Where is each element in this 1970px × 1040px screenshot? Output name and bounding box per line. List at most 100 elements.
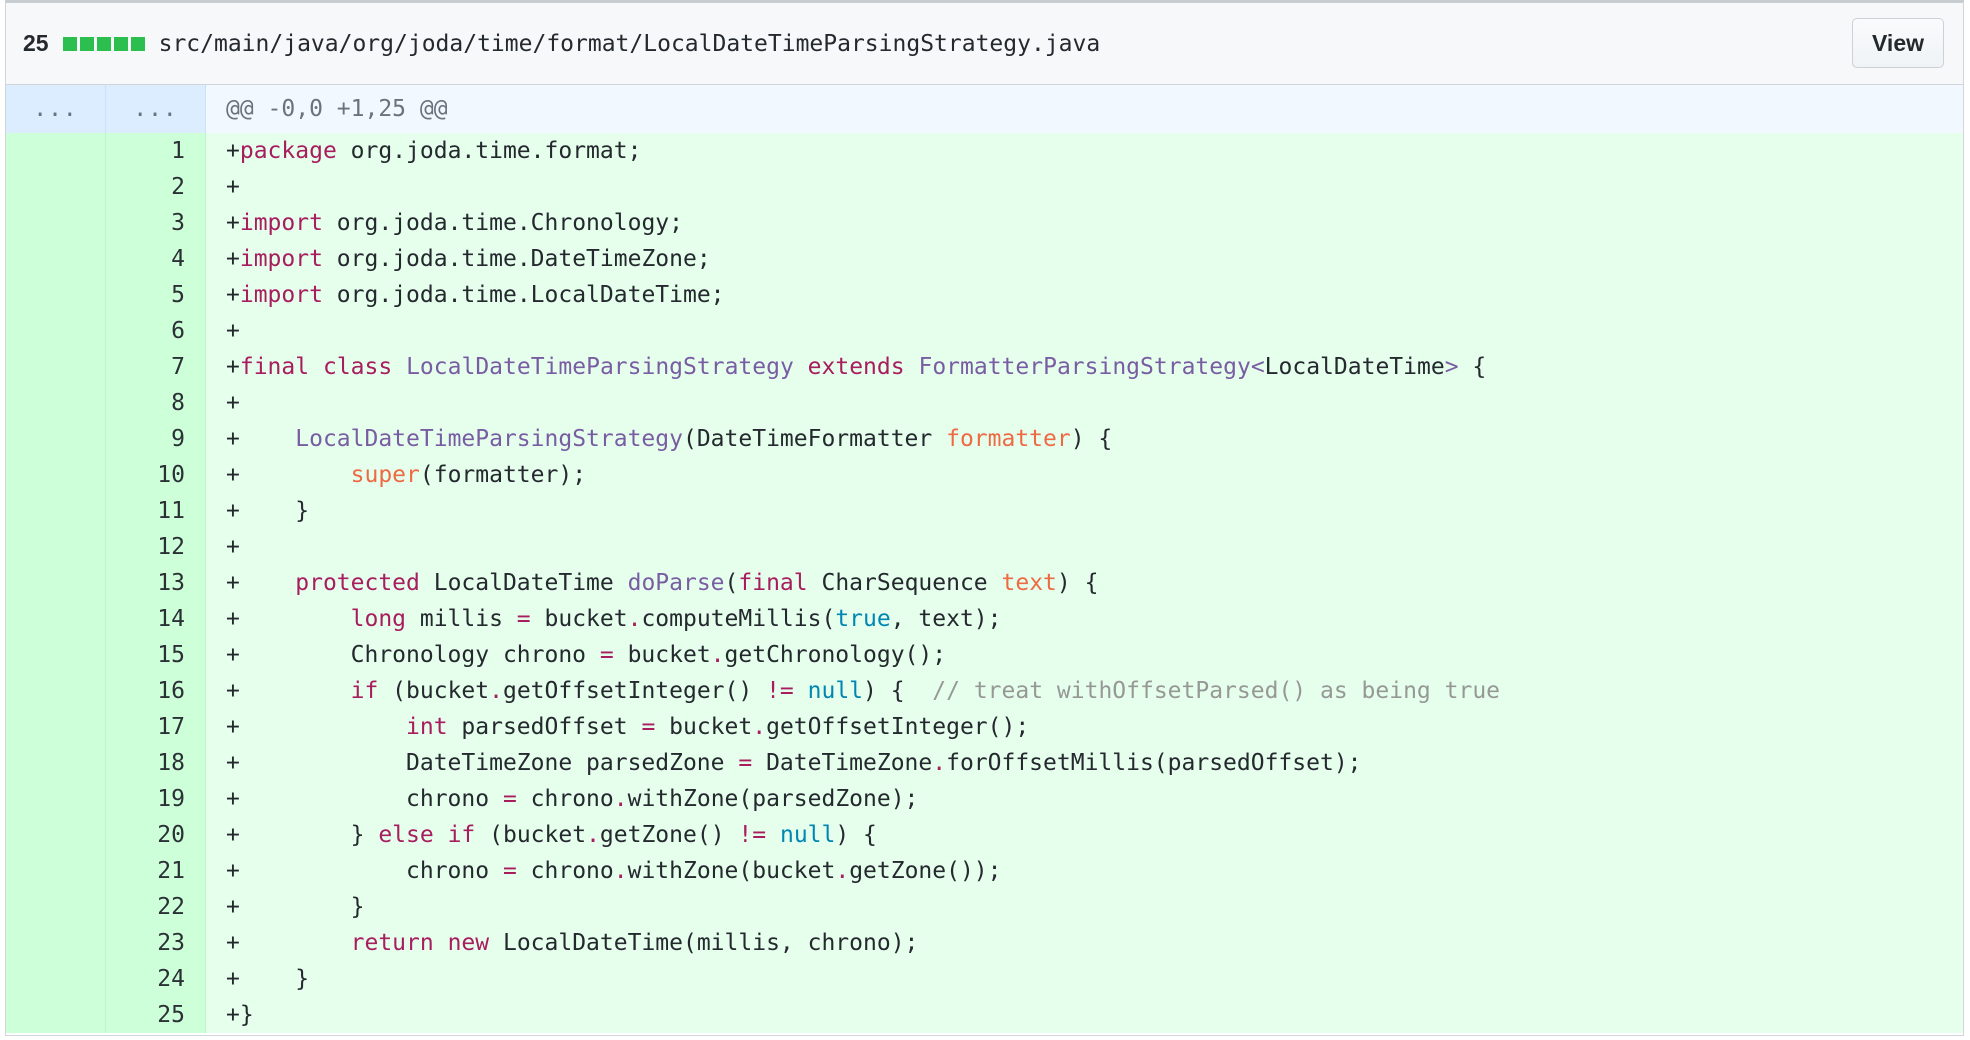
code-token: +: [226, 318, 240, 344]
code-line: + int parsedOffset = bucket.getOffsetInt…: [206, 709, 1963, 745]
new-line-number[interactable]: 10: [106, 457, 206, 493]
code-token: LocalDateTime: [419, 570, 628, 596]
code-token: new: [447, 930, 490, 956]
new-line-number[interactable]: 18: [106, 745, 206, 781]
new-line-number[interactable]: 19: [106, 781, 206, 817]
old-line-number: [6, 313, 106, 349]
new-line-number[interactable]: 12: [106, 529, 206, 565]
old-line-number: [6, 277, 106, 313]
code-token: getZone(): [599, 822, 739, 848]
view-file-button[interactable]: View: [1852, 18, 1944, 68]
code-token: bucket: [655, 714, 753, 740]
old-line-number: [6, 133, 106, 169]
code-token: super: [350, 462, 420, 488]
code-token: org.joda.time.LocalDateTime;: [322, 282, 725, 308]
new-line-number[interactable]: 14: [106, 601, 206, 637]
diff-line: 5 +import org.joda.time.LocalDateTime;: [6, 277, 1963, 313]
old-line-number: [6, 853, 106, 889]
file-path[interactable]: src/main/java/org/joda/time/format/Local…: [159, 31, 1101, 57]
code-token: extends: [807, 354, 905, 380]
diff-line: 1 +package org.joda.time.format;: [6, 133, 1963, 169]
expand-new-line-numbers[interactable]: ...: [106, 85, 206, 133]
code-token: ) {: [835, 822, 877, 848]
new-line-number[interactable]: 5: [106, 277, 206, 313]
diff-line: 4 +import org.joda.time.DateTimeZone;: [6, 241, 1963, 277]
code-line: +package org.joda.time.format;: [206, 133, 1963, 169]
code-token: +: [226, 246, 240, 272]
code-token: package: [239, 138, 337, 164]
new-line-number[interactable]: 20: [106, 817, 206, 853]
code-token: LocalDateTime(millis, chrono);: [489, 930, 919, 956]
old-line-number: [6, 385, 106, 421]
code-token: +: [226, 678, 351, 704]
code-token: import: [239, 282, 323, 308]
code-token: forOffsetMillis(parsedOffset);: [946, 750, 1362, 776]
new-line-number[interactable]: 7: [106, 349, 206, 385]
code-token: , text);: [890, 606, 1002, 632]
old-line-number: [6, 169, 106, 205]
new-line-number[interactable]: 11: [106, 493, 206, 529]
code-token: + DateTimeZone parsedZone: [226, 750, 739, 776]
code-token: .: [752, 714, 767, 740]
code-token: .: [613, 786, 628, 812]
new-line-number[interactable]: 24: [106, 961, 206, 997]
old-line-number: [6, 817, 106, 853]
expand-old-line-numbers[interactable]: ...: [6, 85, 106, 133]
diff-line: 21 + chrono = chrono.withZone(bucket.getZ…: [6, 853, 1963, 889]
old-line-number: [6, 601, 106, 637]
new-line-number[interactable]: 1: [106, 133, 206, 169]
new-line-number[interactable]: 13: [106, 565, 206, 601]
new-line-number[interactable]: 23: [106, 925, 206, 961]
code-token: .: [489, 678, 503, 704]
code-token: if: [447, 822, 476, 848]
code-token: (bucket: [475, 822, 587, 848]
code-token: +: [226, 534, 240, 560]
new-line-number[interactable]: 22: [106, 889, 206, 925]
old-line-number: [6, 529, 106, 565]
code-token: ) {: [1070, 426, 1113, 452]
old-line-number: [6, 565, 106, 601]
code-token: null: [779, 822, 836, 848]
new-line-number[interactable]: 25: [106, 997, 206, 1033]
code-line: + long millis = bucket.computeMillis(tru…: [206, 601, 1963, 637]
code-token: if: [350, 678, 379, 704]
new-line-number[interactable]: 3: [106, 205, 206, 241]
new-line-number[interactable]: 9: [106, 421, 206, 457]
old-line-number: [6, 925, 106, 961]
new-line-number[interactable]: 17: [106, 709, 206, 745]
code-token: millis: [406, 606, 517, 632]
new-line-number[interactable]: 6: [106, 313, 206, 349]
code-token: =: [738, 750, 753, 776]
code-token: .: [710, 642, 725, 668]
code-line: + Chronology chrono = bucket.getChronolo…: [206, 637, 1963, 673]
code-token: <: [1250, 354, 1265, 380]
old-line-number: [6, 997, 106, 1033]
new-line-number[interactable]: 21: [106, 853, 206, 889]
code-line: + }: [206, 961, 1963, 997]
new-line-number[interactable]: 4: [106, 241, 206, 277]
new-line-number[interactable]: 8: [106, 385, 206, 421]
old-line-number: [6, 421, 106, 457]
diff-line: 10 + super(formatter);: [6, 457, 1963, 493]
old-line-number: [6, 457, 106, 493]
diffstat-block: [62, 36, 77, 51]
diff-line: 11 + }: [6, 493, 1963, 529]
new-line-number[interactable]: 15: [106, 637, 206, 673]
diff-line: 12 +: [6, 529, 1963, 565]
code-token: chrono: [516, 858, 614, 884]
code-token: ) {: [863, 678, 933, 704]
code-token: FormatterParsingStrategy: [918, 354, 1251, 380]
old-line-number: [6, 205, 106, 241]
code-token: +: [226, 714, 407, 740]
old-line-number: [6, 637, 106, 673]
new-line-number[interactable]: 16: [106, 673, 206, 709]
code-token: + chrono: [226, 858, 503, 884]
new-line-number[interactable]: 2: [106, 169, 206, 205]
code-token: org.joda.time.Chronology;: [322, 210, 683, 236]
code-token: +: [226, 426, 296, 452]
code-line: +}: [206, 997, 1963, 1033]
old-line-number: [6, 745, 106, 781]
